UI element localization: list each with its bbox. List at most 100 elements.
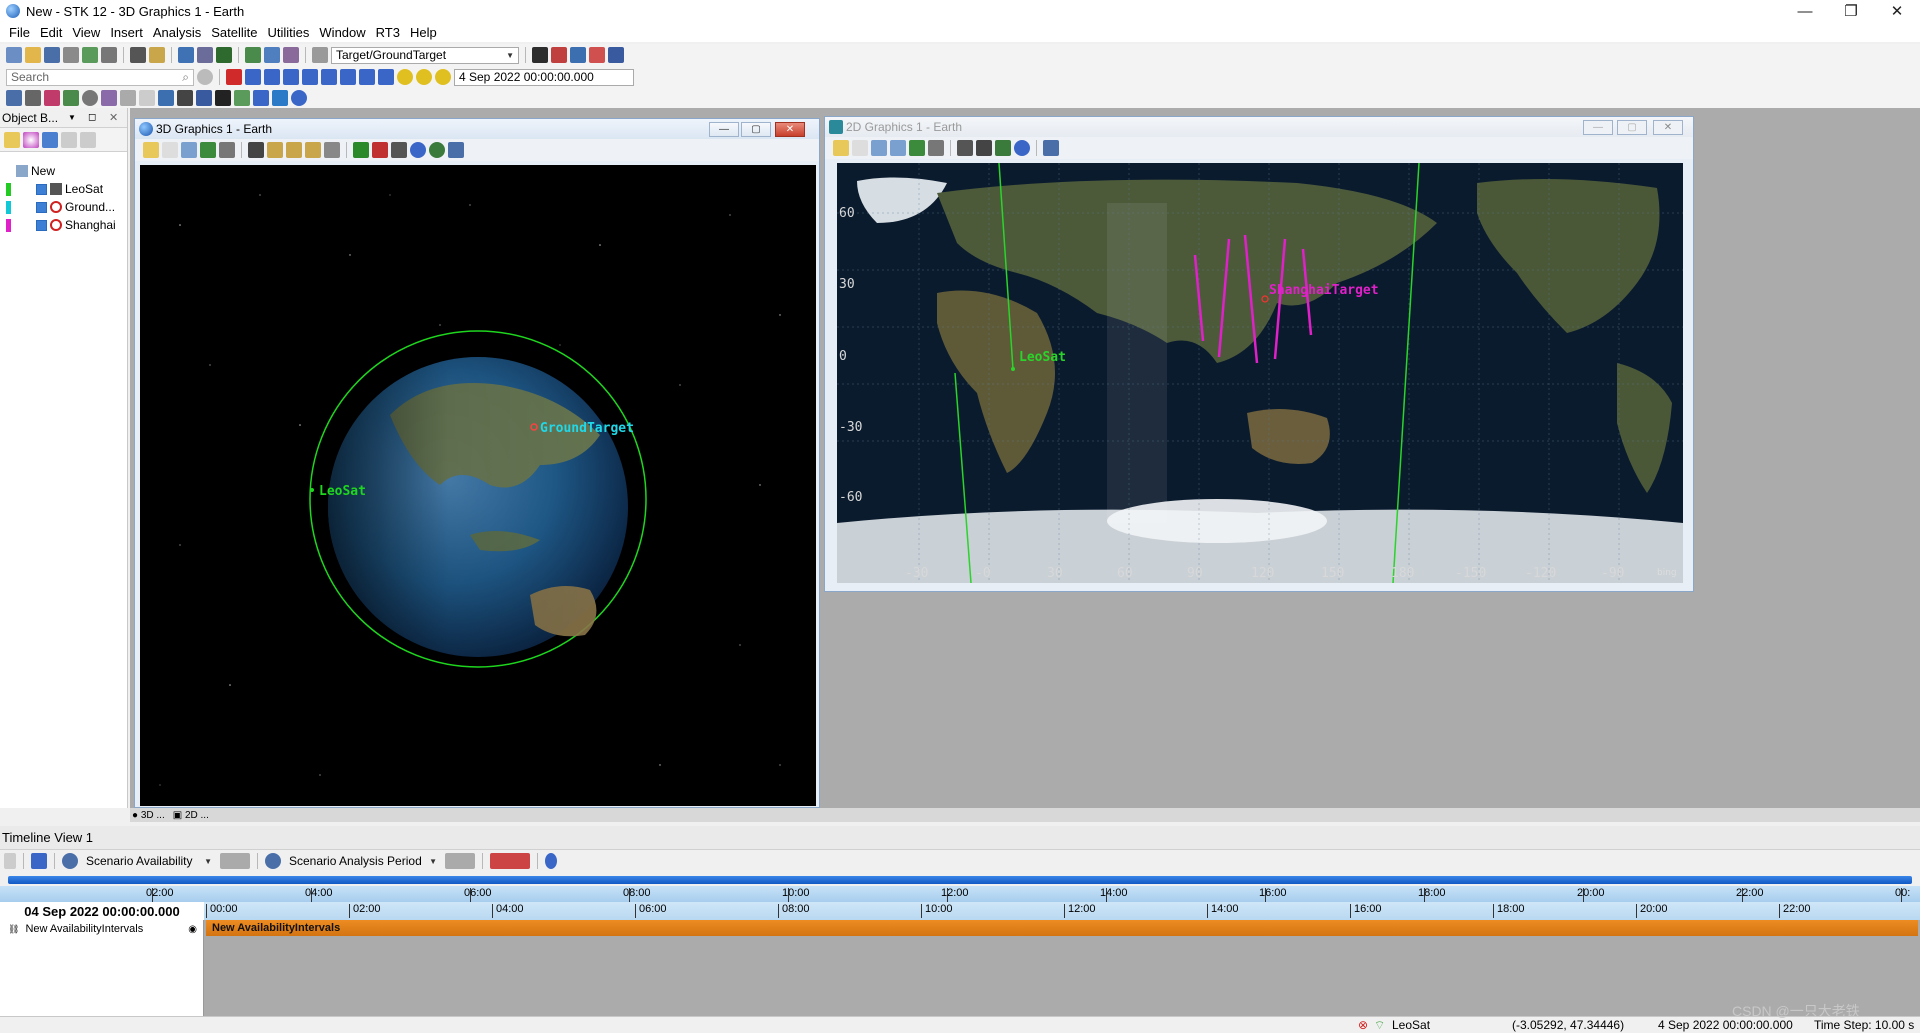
cut-icon[interactable] [61, 131, 77, 148]
menu-satellite[interactable]: Satellite [206, 25, 262, 40]
globe-manager-icon[interactable] [1014, 140, 1030, 156]
tab-2d-window[interactable]: ▣ 2D ... [173, 810, 209, 821]
current-time-field[interactable]: 4 Sep 2022 00:00:00.000 [454, 68, 634, 86]
play-reverse-icon[interactable] [264, 69, 280, 85]
menu-analysis[interactable]: Analysis [148, 25, 206, 40]
grid-icon[interactable] [196, 90, 212, 106]
visibility-checkbox[interactable] [36, 183, 47, 195]
script-icon[interactable] [234, 90, 250, 106]
eye-icon[interactable]: ◉ [188, 924, 197, 935]
timeline-scale-bottom[interactable]: 00:00 02:00 04:00 06:00 08:00 10:00 12:00 14:00… [204, 902, 1920, 920]
maximize-button[interactable]: ▢ [1617, 120, 1647, 135]
increase-step-icon[interactable] [359, 69, 375, 85]
measure-icon[interactable] [139, 90, 155, 106]
deck-access-icon[interactable] [216, 47, 232, 63]
close-icon[interactable]: ✕ [109, 111, 118, 124]
tab-3d-window[interactable]: ● 3D ... [132, 810, 165, 821]
2d-map-view[interactable]: ShanghaiTarget LeoSat 60 30 0 -30 -60 -3… [837, 162, 1683, 584]
gear-icon[interactable] [197, 69, 213, 85]
tree-item-groundtarget[interactable]: Ground... [0, 198, 127, 216]
menu-edit[interactable]: Edit [35, 25, 67, 40]
zoom-in-icon[interactable] [871, 140, 887, 156]
pencil-icon[interactable] [353, 142, 369, 158]
realtime-icon[interactable] [397, 69, 413, 85]
earth-icon[interactable] [429, 142, 445, 158]
normal-mode-icon[interactable] [435, 69, 451, 85]
timeline-scale-top[interactable]: 02:00 04:00 06:00 08:00 10:00 12:00 14:00 16:00… [0, 886, 1920, 902]
timeline-menu-icon[interactable] [4, 853, 16, 869]
chart-icon[interactable] [551, 47, 567, 63]
camera-icon[interactable] [928, 140, 944, 156]
terrain-icon[interactable] [995, 140, 1011, 156]
pan-hand-icon[interactable] [162, 142, 178, 158]
play-forward-icon[interactable] [302, 69, 318, 85]
info-icon[interactable] [291, 90, 307, 106]
tree-item-shanghai[interactable]: Shanghai [0, 216, 127, 234]
pan-hand-icon[interactable] [852, 140, 868, 156]
maximize-button[interactable]: ❐ [1828, 0, 1874, 22]
sensor-icon[interactable] [158, 90, 174, 106]
availability-interval-bar[interactable]: New AvailabilityIntervals [206, 920, 1918, 936]
pin-icon[interactable]: ◻ [88, 112, 96, 123]
menu-window[interactable]: Window [314, 25, 370, 40]
step-forward-icon[interactable] [321, 69, 337, 85]
timeline-row-availability[interactable]: ⛓ New AvailabilityIntervals ◉ [0, 920, 203, 938]
chart-view-icon[interactable] [44, 90, 60, 106]
leosat-marker[interactable] [1011, 367, 1015, 371]
menu-help[interactable]: Help [405, 25, 442, 40]
timeline-track-area[interactable]: New AvailabilityIntervals [204, 920, 1920, 1016]
timeline-scroll-bar[interactable] [8, 876, 1912, 884]
chevron-down-icon[interactable]: ▼ [68, 113, 76, 122]
3d-scene-svg[interactable]: GroundTarget LeoSat [140, 165, 816, 806]
table-icon[interactable] [589, 47, 605, 63]
zoom-out-icon[interactable] [890, 140, 906, 156]
graph-icon[interactable] [608, 47, 624, 63]
orbit-view-icon[interactable] [324, 142, 340, 158]
remove-items-icon[interactable] [490, 853, 530, 869]
edit-period-icon[interactable] [445, 853, 475, 869]
menu-utilities[interactable]: Utilities [263, 25, 315, 40]
database-icon[interactable] [570, 47, 586, 63]
step-back-icon[interactable] [245, 69, 261, 85]
analysis-workbench-icon[interactable] [178, 47, 194, 63]
tree-item-leosat[interactable]: LeoSat [0, 180, 127, 198]
x-realtime-icon[interactable] [416, 69, 432, 85]
target-combo[interactable]: Target/GroundTarget ▼ [331, 46, 519, 64]
2d-window-caption[interactable]: 2D Graphics 1 - Earth — ▢ ✕ [825, 117, 1693, 137]
snapshot-icon[interactable] [448, 142, 464, 158]
reset-icon[interactable] [226, 69, 242, 85]
new-object-icon[interactable] [4, 131, 20, 148]
orbit-wizard-icon[interactable] [6, 90, 22, 106]
menu-rt3[interactable]: RT3 [371, 25, 405, 40]
menu-file[interactable]: File [4, 25, 35, 40]
3d-window-caption[interactable]: 3D Graphics 1 - Earth — ▢ ✕ [135, 119, 819, 139]
camera-icon[interactable] [219, 142, 235, 158]
save-icon[interactable] [44, 47, 60, 63]
close-button[interactable]: ✕ [1874, 0, 1920, 22]
timeline-view-icon[interactable] [31, 853, 47, 869]
open-folder-icon[interactable] [25, 47, 41, 63]
report-icon[interactable] [101, 47, 117, 63]
close-button[interactable]: ✕ [1653, 120, 1683, 135]
properties-icon[interactable] [63, 47, 79, 63]
report-manager-icon[interactable] [149, 47, 165, 63]
chain-icon[interactable] [264, 47, 280, 63]
top-view-icon[interactable] [305, 142, 321, 158]
globe-icon[interactable] [272, 90, 288, 106]
scenario-icon[interactable] [25, 90, 41, 106]
view-from-to-icon[interactable] [200, 142, 216, 158]
close-button[interactable]: ✕ [775, 122, 805, 137]
analysis-period-combo[interactable]: Scenario Analysis Period ▼ [285, 853, 441, 870]
menu-view[interactable]: View [67, 25, 105, 40]
home-view-icon[interactable] [267, 142, 283, 158]
insert-object-icon[interactable] [82, 47, 98, 63]
leosat-marker[interactable] [310, 488, 314, 492]
print-icon[interactable] [130, 47, 146, 63]
map-icon[interactable] [101, 90, 117, 106]
check-icon[interactable] [42, 131, 58, 148]
snapshot-icon[interactable] [1043, 140, 1059, 156]
minimize-button[interactable]: — [1583, 120, 1613, 135]
access-icon[interactable] [197, 47, 213, 63]
link-icon[interactable] [245, 47, 261, 63]
pause-icon[interactable] [283, 69, 299, 85]
